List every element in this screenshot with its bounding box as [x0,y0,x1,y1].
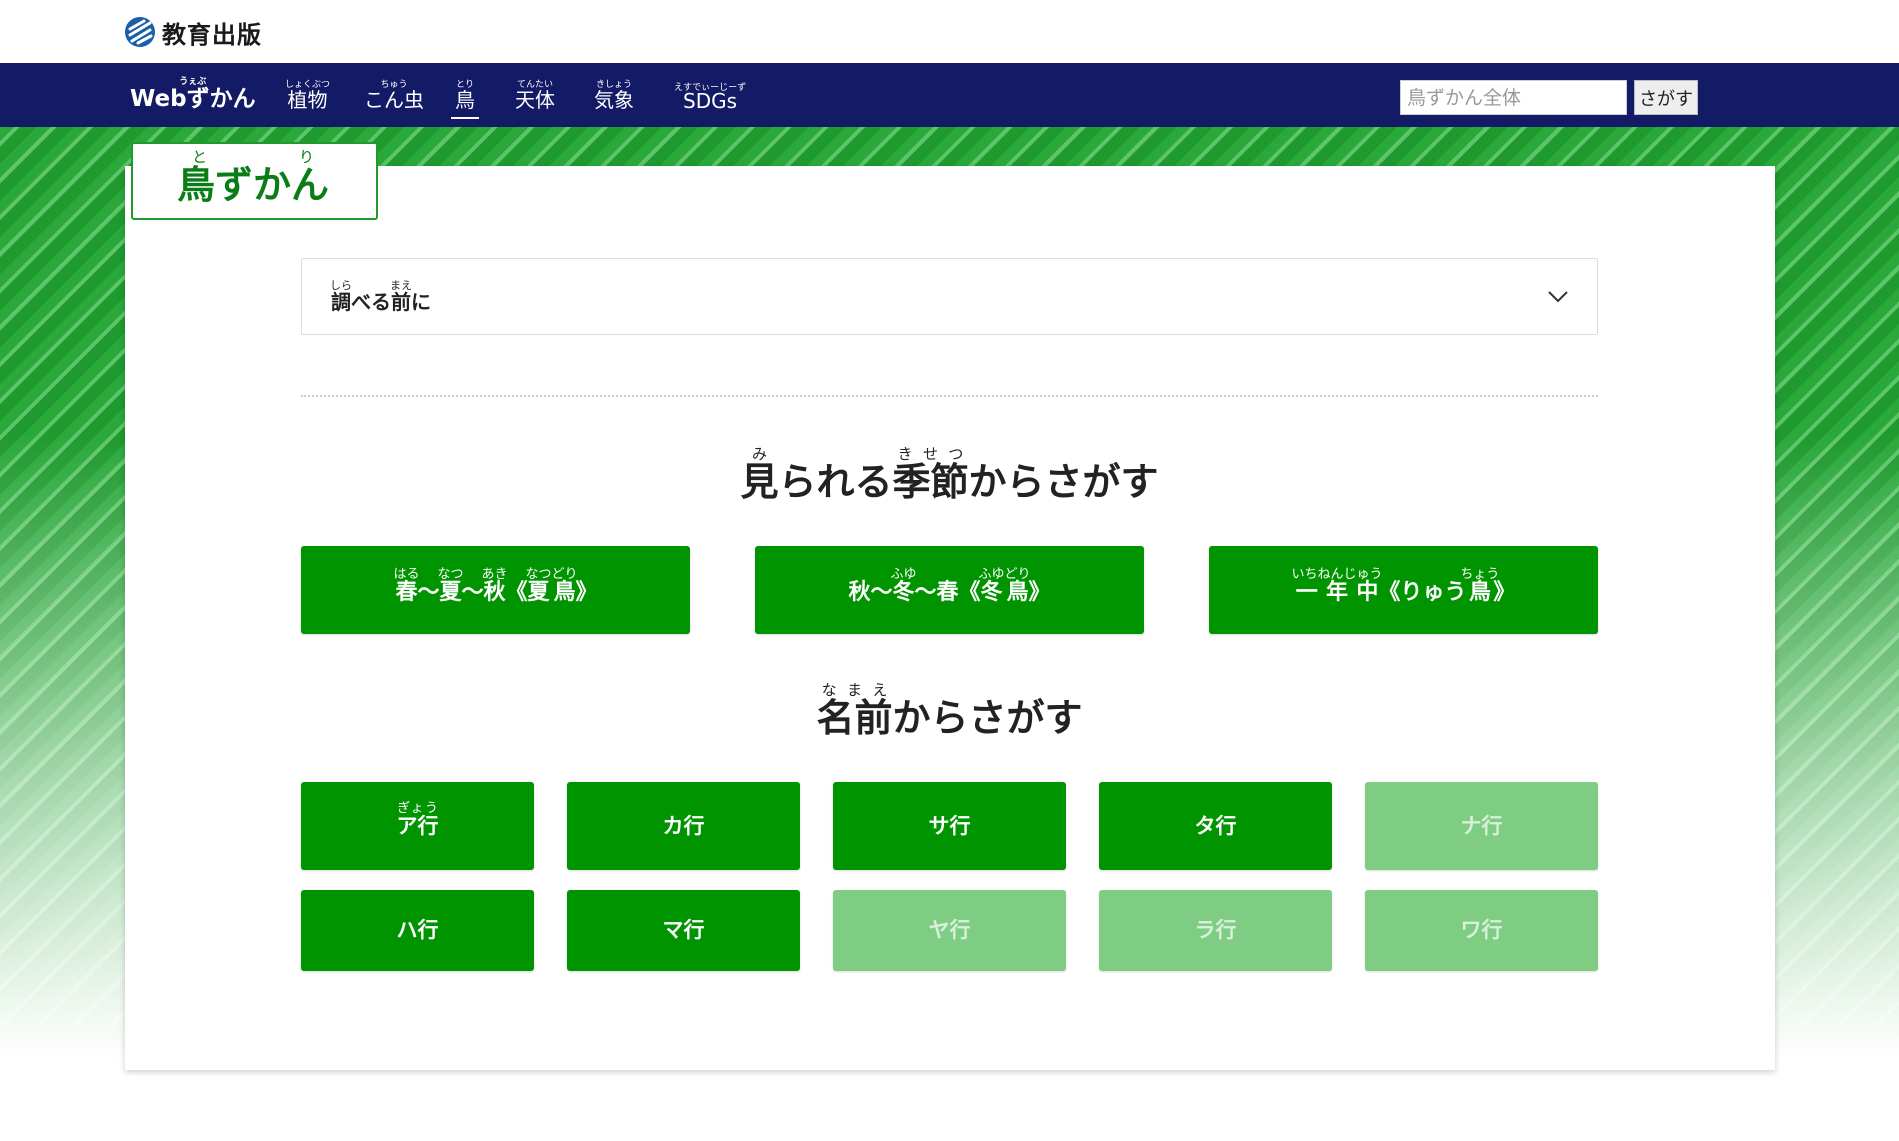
site-logo[interactable]: 教育出版 [124,15,262,49]
logo-mark-icon [125,17,155,47]
season-section-title: 見みられる季節きせつからさがす [740,445,1159,504]
kana-button-ra: ラ行 [1099,890,1332,971]
before-research-accordion[interactable]: 調しらべる前まえに [301,258,1598,335]
kana-button-ha[interactable]: ハ行 [301,890,534,971]
accordion-label: 調しらべる前まえに [330,279,431,314]
kana-button-sa[interactable]: サ行 [833,782,1066,870]
kana-button-ya: ヤ行 [833,890,1066,971]
chevron-down-icon [1548,291,1568,303]
kana-button-na: ナ行 [1365,782,1598,870]
kana-button-a[interactable]: ア行ぎょう [301,782,534,870]
logo-text: 教育出版 [162,20,262,49]
section-divider [301,395,1598,397]
top-header: 教育出版 [0,0,1899,63]
season-button-resident-birds[interactable]: 一年中いちねんじゅう《りゅう鳥ちょう》 [1209,546,1598,634]
page-title: 鳥ずかんとり [177,148,330,207]
search-button[interactable]: さがす [1634,80,1698,115]
kana-button-ta[interactable]: タ行 [1099,782,1332,870]
kana-button-ma[interactable]: マ行 [567,890,800,971]
season-button-summer-birds[interactable]: 春はる〜夏なつ〜秋あき《夏鳥なつどり》 [301,546,690,634]
kana-button-wa: ワ行 [1365,890,1598,971]
kana-button-ka[interactable]: カ行 [567,782,800,870]
search-input[interactable] [1400,80,1627,115]
page-title-tab: 鳥ずかんとり [131,142,378,220]
season-button-winter-birds[interactable]: 秋〜冬ふゆ〜春《冬鳥ふゆどり》 [755,546,1144,634]
name-section-title: 名前なまえからさがす [816,681,1083,740]
